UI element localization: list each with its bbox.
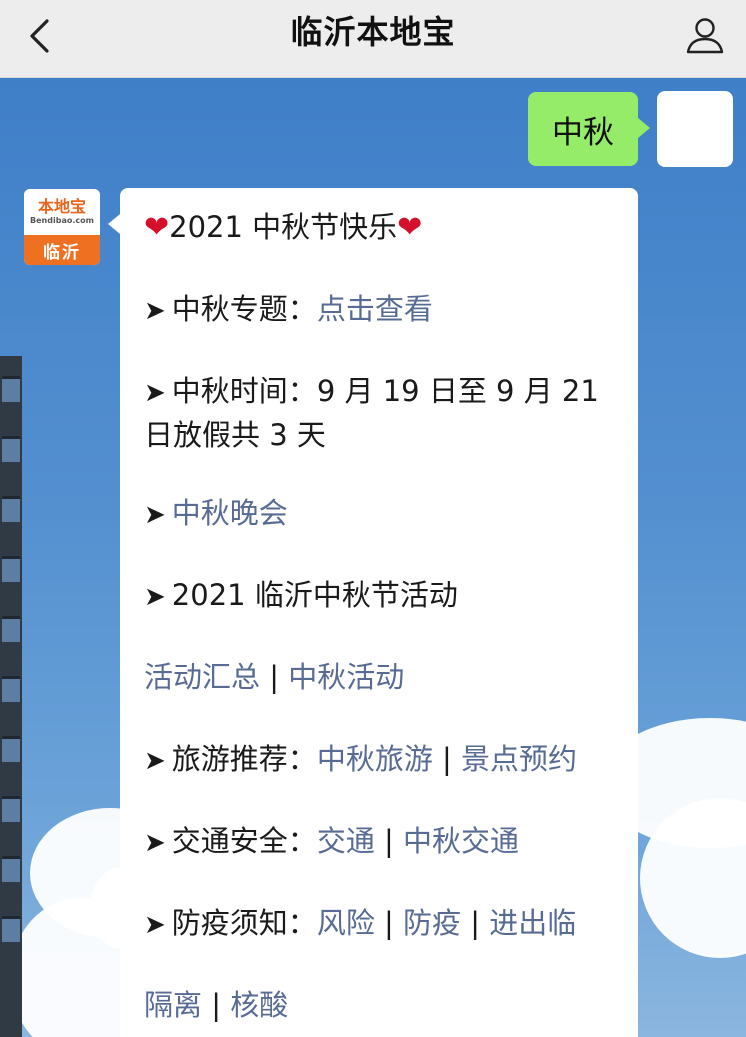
gala-line: ➤ 中秋晚会 [144, 492, 624, 536]
separator: | [269, 660, 280, 694]
separator: | [442, 742, 452, 776]
quarantine-link[interactable]: 隔离 [144, 988, 202, 1022]
greeting-text: 2021 中秋节快乐 [169, 210, 398, 244]
logo-text: 本地宝 [37, 197, 86, 216]
user-message-text: 中秋 [552, 114, 614, 151]
epidemic-line: ➤ 防疫须知：风险 | 防疫 | 进出临 [144, 902, 624, 946]
traffic-link[interactable]: 交通 [317, 824, 375, 858]
traffic-label: 交通安全： [171, 824, 317, 858]
travel-link[interactable]: 中秋旅游 [317, 742, 433, 776]
topic-link[interactable]: 点击查看 [317, 292, 433, 326]
heart-icon: ❤ [397, 210, 423, 245]
arrow-icon: ➤ [144, 746, 166, 776]
profile-button[interactable] [680, 10, 730, 60]
person-icon [686, 18, 724, 54]
time-line: ➤ 中秋时间：9 月 19 日至 9 月 21 日放假共 3 天 [144, 370, 624, 456]
traffic-line: ➤ 交通安全：交通 | 中秋交通 [144, 820, 624, 864]
heart-icon: ❤ [144, 210, 170, 245]
travel-line: ➤ 旅游推荐：中秋旅游 | 景点预约 [144, 738, 624, 782]
arrow-icon: ➤ [144, 910, 166, 940]
topic-label: 中秋专题： [171, 292, 317, 326]
greeting-line: ❤2021 中秋节快乐❤ [144, 206, 624, 249]
midautumn-activities-link[interactable]: 中秋活动 [288, 660, 404, 694]
page-title: 临沂本地宝 [290, 13, 456, 51]
topic-line: ➤ 中秋专题：点击查看 [144, 288, 624, 332]
bendibao-logo: 本地宝 Bendibao.com [24, 189, 100, 235]
top-bar: 临沂本地宝 [0, 0, 746, 78]
separator: | [384, 906, 394, 940]
activities-title: 2021 临沂中秋节活动 [171, 578, 458, 612]
bot-message-bubble: ❤2021 中秋节快乐❤ ➤ 中秋专题：点击查看 ➤ 中秋时间：9 月 19 日至 … [108, 188, 638, 1037]
epidemic-prevention-link[interactable]: 防疫 [403, 906, 461, 940]
arrow-icon: ➤ [144, 828, 166, 858]
separator: | [384, 824, 394, 858]
building [0, 356, 22, 1037]
travel-label: 旅游推荐： [171, 742, 317, 776]
risk-link[interactable]: 风险 [317, 906, 375, 940]
nucleic-acid-link[interactable]: 核酸 [230, 988, 288, 1022]
epidemic-label: 防疫须知： [171, 906, 317, 940]
arrow-icon: ➤ [144, 378, 166, 408]
gala-link[interactable]: 中秋晚会 [172, 496, 288, 530]
user-message-bubble[interactable]: 中秋 [528, 92, 650, 166]
arrow-icon: ➤ [144, 582, 166, 612]
logo-city: 临沂 [24, 235, 100, 265]
arrow-icon: ➤ [144, 296, 166, 326]
separator: | [211, 988, 222, 1022]
time-label: 中秋时间： [171, 374, 317, 408]
separator: | [470, 906, 481, 940]
midautumn-traffic-link[interactable]: 中秋交通 [403, 824, 519, 858]
activities-summary-link[interactable]: 活动汇总 [144, 660, 260, 694]
user-avatar[interactable] [657, 91, 733, 167]
arrow-icon: ➤ [144, 500, 166, 530]
activities-title-line: ➤ 2021 临沂中秋节活动 [144, 574, 624, 618]
logo-subtext: Bendibao.com [30, 216, 94, 225]
activities-links-line: 活动汇总 | 中秋活动 [144, 656, 624, 698]
entry-exit-link[interactable]: 进出临 [489, 906, 576, 940]
epidemic-line-2: 隔离 | 核酸 [144, 984, 624, 1026]
scenic-booking-link[interactable]: 景点预约 [461, 742, 577, 776]
bot-avatar[interactable]: 本地宝 Bendibao.com 临沂 [24, 189, 100, 265]
